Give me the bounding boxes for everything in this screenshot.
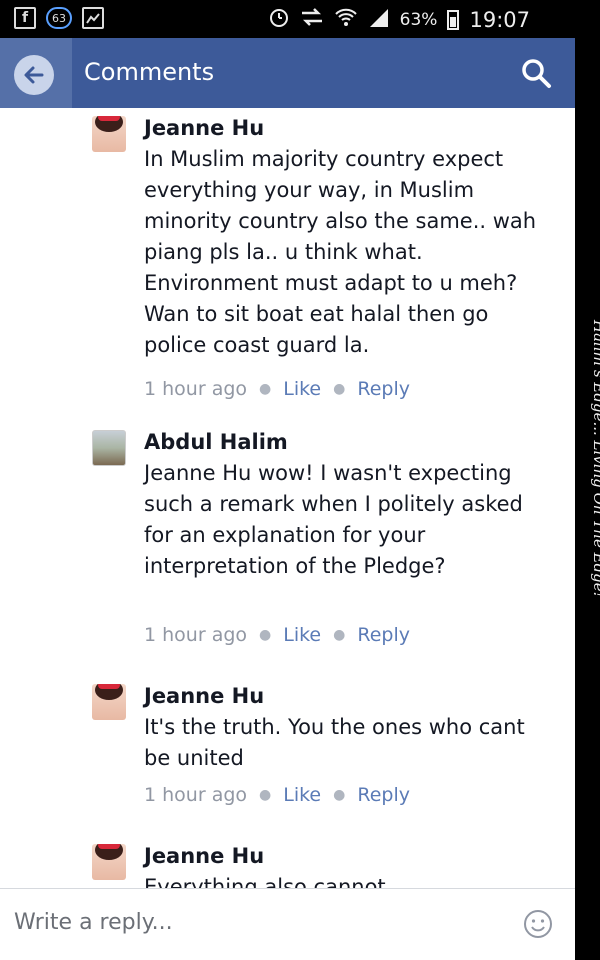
comment-text: Everything also cannot (144, 875, 386, 888)
comment-meta: 1 hour ago ● Like ● Reply (144, 378, 410, 400)
notification-count-badge: 63 (46, 7, 72, 29)
comment-author[interactable]: Jeanne Hu (144, 684, 264, 708)
battery-icon (447, 9, 460, 30)
separator-dot: ● (259, 381, 272, 397)
comment-time: 1 hour ago (144, 624, 248, 646)
comment-time: 1 hour ago (144, 378, 248, 400)
comment-author[interactable]: Abdul Halim (144, 430, 288, 454)
separator-dot: ● (333, 381, 346, 397)
comment-meta: 1 hour ago ● Like ● Reply (144, 624, 410, 646)
reply-input[interactable] (12, 909, 496, 936)
page-title: Comments (84, 58, 215, 86)
data-transfer-icon (300, 7, 324, 32)
separator-dot: ● (333, 627, 346, 643)
separator-dot: ● (259, 787, 272, 803)
wifi-icon (334, 6, 358, 33)
app-bar: Comments (0, 38, 575, 108)
comment-meta: 1 hour ago ● Like ● Reply (144, 784, 410, 806)
reply-link[interactable]: Reply (357, 624, 410, 646)
search-icon[interactable] (519, 56, 553, 90)
avatar[interactable] (92, 430, 126, 466)
back-button[interactable] (0, 38, 72, 108)
separator-dot: ● (259, 627, 272, 643)
clock: 19:07 (469, 7, 530, 32)
signal-icon (368, 7, 390, 32)
comment-text: In Muslim majority country expect everyt… (144, 147, 537, 357)
like-link[interactable]: Like (283, 784, 321, 806)
alarm-icon (268, 6, 290, 33)
battery-percent: 63% (399, 9, 438, 30)
avatar[interactable] (92, 684, 126, 720)
reply-link[interactable]: Reply (357, 378, 410, 400)
like-link[interactable]: Like (283, 624, 321, 646)
comment-author[interactable]: Jeanne Hu (144, 844, 264, 868)
comment-text: It's the truth. You the ones who cant be… (144, 715, 525, 770)
facebook-notification-icon: f (14, 7, 36, 29)
avatar[interactable] (92, 116, 126, 152)
back-arrow-icon (14, 55, 54, 95)
comment-text: Jeanne Hu wow! I wasn't expecting such a… (144, 461, 523, 578)
reply-link[interactable]: Reply (357, 784, 410, 806)
avatar[interactable] (92, 844, 126, 880)
comments-list[interactable]: Jeanne Hu In Muslim majority country exp… (0, 108, 575, 888)
watermark: Halim's Edge... Living On The Edge! (590, 320, 600, 598)
separator-dot: ● (333, 787, 346, 803)
comment-time: 1 hour ago (144, 784, 248, 806)
reply-bar (0, 888, 575, 960)
emoji-icon[interactable] (523, 909, 553, 939)
like-link[interactable]: Like (283, 378, 321, 400)
comment-author[interactable]: Jeanne Hu (144, 116, 264, 140)
gallery-notification-icon (82, 7, 104, 29)
status-bar: f 63 63% 19:07 (0, 0, 600, 38)
